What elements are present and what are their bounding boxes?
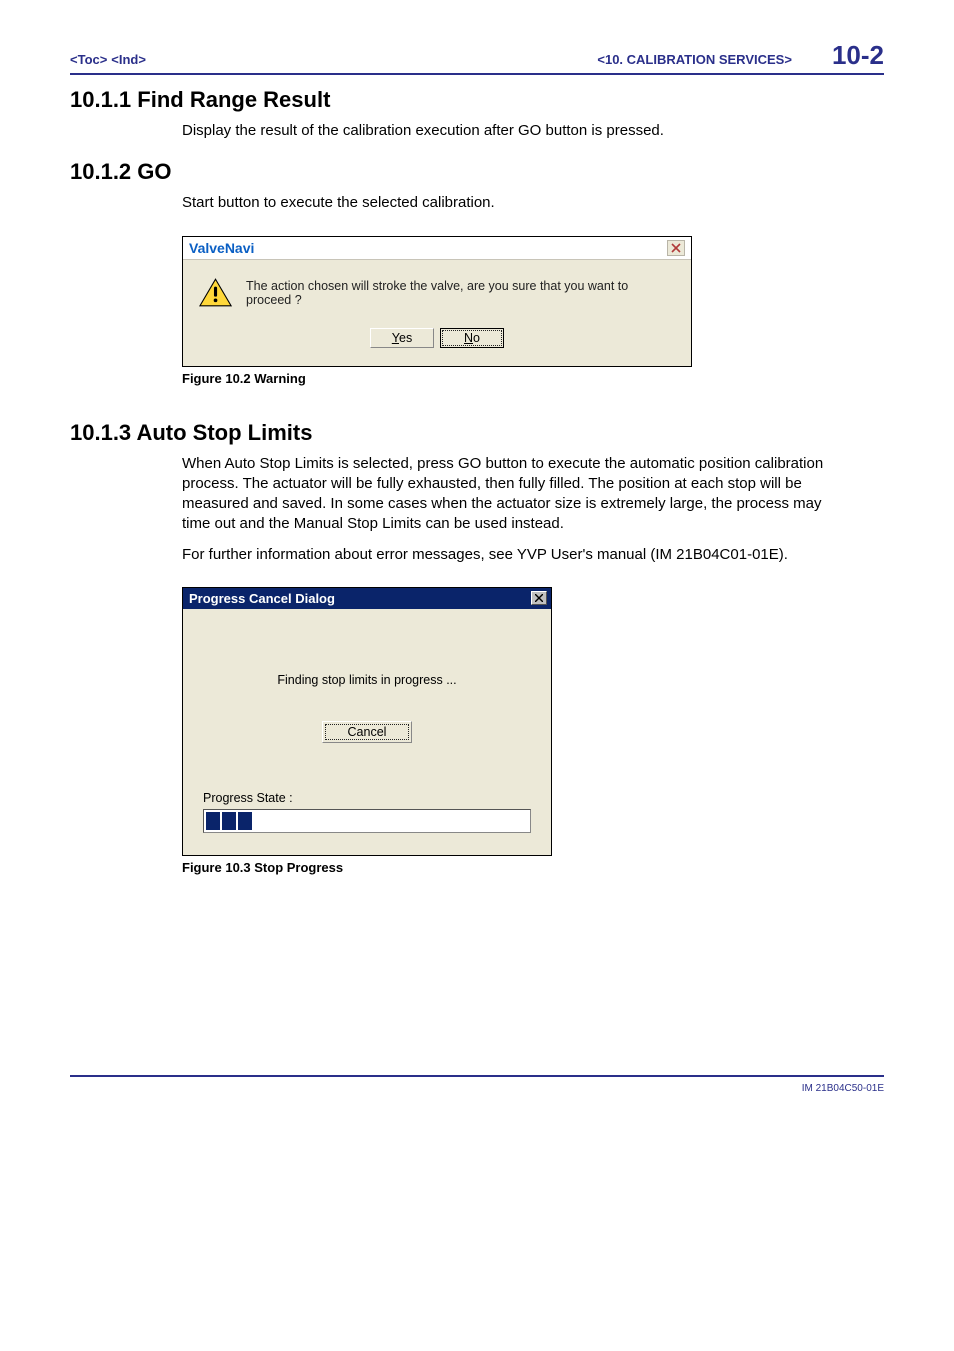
progress-state-label: Progress State : <box>203 791 531 805</box>
close-icon[interactable] <box>667 240 685 256</box>
page-header: <Toc> <Ind> <10. CALIBRATION SERVICES> 1… <box>70 40 884 75</box>
section-10-1-3-title: 10.1.3 Auto Stop Limits <box>70 420 884 446</box>
section-10-1-1-title: 10.1.1 Find Range Result <box>70 87 884 113</box>
warning-dialog-title: ValveNavi <box>189 240 254 256</box>
yes-button[interactable]: Yes <box>370 328 434 348</box>
warning-dialog-titlebar: ValveNavi <box>183 237 691 260</box>
page-footer: IM 21B04C50-01E <box>70 1075 884 1094</box>
progress-segment <box>222 812 236 830</box>
ind-link[interactable]: <Ind> <box>111 52 146 67</box>
close-icon[interactable] <box>531 591 547 605</box>
toc-link[interactable]: <Toc> <box>70 52 107 67</box>
warning-dialog: ValveNavi The action chosen will stroke … <box>182 236 692 367</box>
progress-segment <box>206 812 220 830</box>
figure-10-2-caption: Figure 10.2 Warning <box>182 371 884 386</box>
progress-bar <box>203 809 531 833</box>
warning-icon <box>199 278 232 308</box>
footer-doc-id: IM 21B04C50-01E <box>802 1083 884 1094</box>
progress-dialog-message: Finding stop limits in progress ... <box>203 673 531 687</box>
header-nav: <Toc> <Ind> <box>70 51 146 67</box>
header-page-number: 10-2 <box>832 40 884 71</box>
section-10-1-2-title: 10.1.2 GO <box>70 159 884 185</box>
warning-dialog-message: The action chosen will stroke the valve,… <box>246 279 675 307</box>
progress-segment <box>238 812 252 830</box>
cancel-button[interactable]: Cancel <box>322 721 412 743</box>
figure-10-3-caption: Figure 10.3 Stop Progress <box>182 860 884 875</box>
section-10-1-1-body: Display the result of the calibration ex… <box>182 121 844 141</box>
section-10-1-3-body-1: When Auto Stop Limits is selected, press… <box>182 454 844 535</box>
section-10-1-2-body: Start button to execute the selected cal… <box>182 193 844 213</box>
no-button[interactable]: No <box>440 328 504 348</box>
header-section-label: <10. CALIBRATION SERVICES> <box>597 52 792 67</box>
section-10-1-3-body-2: For further information about error mess… <box>182 545 844 565</box>
progress-dialog-titlebar: Progress Cancel Dialog <box>183 588 551 609</box>
progress-dialog-title: Progress Cancel Dialog <box>189 591 335 606</box>
progress-dialog: Progress Cancel Dialog Finding stop limi… <box>182 587 552 856</box>
